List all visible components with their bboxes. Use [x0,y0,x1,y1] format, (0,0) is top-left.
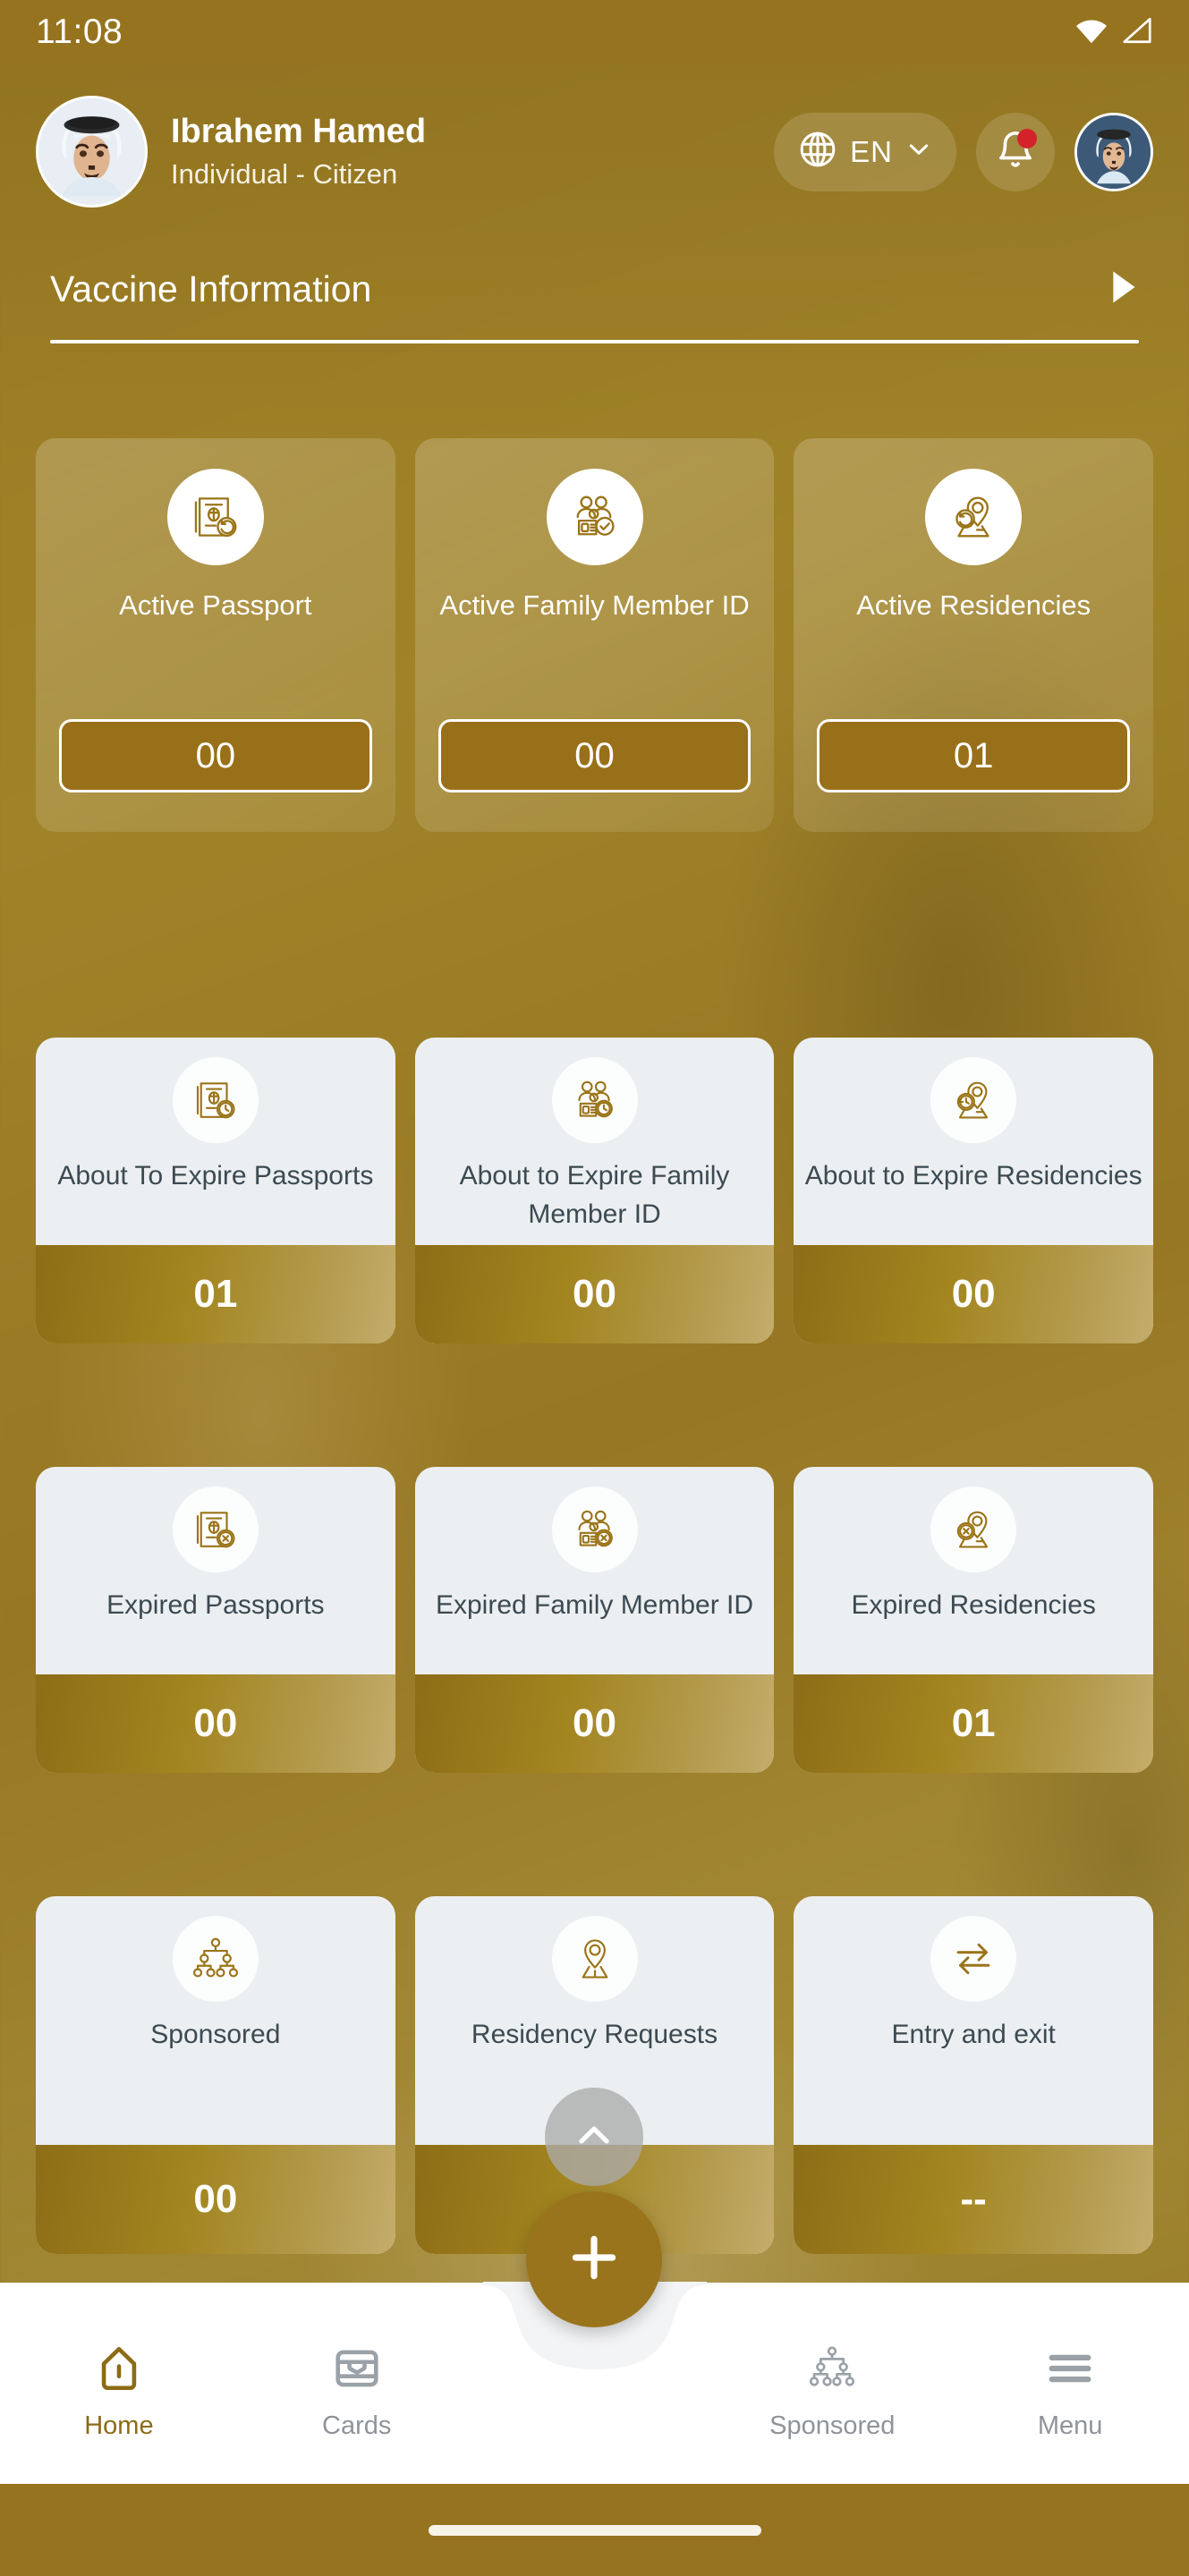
card-label: Active Residencies [856,589,1091,621]
nav-item-menu[interactable]: Menu [951,2343,1189,2441]
expired-family-member-id-card[interactable]: Expired Family Member ID 00 [414,1467,775,1773]
about-to-expire-family-member-id-card[interactable]: About to Expire Family Member ID 00 [414,1038,775,1343]
card-label: Expired Passports [106,1590,325,1620]
card-value: 00 [414,1674,775,1773]
active-passport-card[interactable]: Active Passport 00 [36,438,395,832]
nav-label: Cards [322,2411,392,2440]
active-family-member-id-card[interactable]: Active Family Member ID 00 [414,438,775,832]
card-label: Residency Requests [471,2020,718,2049]
card-value: 00 [437,719,752,792]
notifications-button[interactable] [976,112,1055,191]
card-value: 00 [36,1674,395,1773]
card-label: Active Passport [119,589,312,621]
user-info: Ibrahem Hamed Individual - Citizen [171,111,774,193]
card-label: About To Expire Passports [57,1161,374,1191]
card-label: About to Expire Residencies [804,1161,1142,1191]
status-bar: 11:08 [0,0,1189,64]
home-indicator[interactable] [428,2524,761,2536]
location-pin-icon [551,1916,638,2002]
app-screen: 11:08 Ibrahem Hamed Individual - Citizen… [0,0,1189,2576]
profile-avatar-button[interactable] [1074,112,1153,191]
entry-exit-arrows-icon [930,1916,1017,2002]
globe-icon [797,129,838,174]
status-bar-time: 11:08 [36,13,123,51]
avatar[interactable] [36,96,148,208]
card-value: 01 [817,719,1131,792]
language-code: EN [850,134,893,168]
residency-pin-refresh-icon [925,469,1023,565]
card-label: Entry and exit [891,2020,1056,2049]
card-label: Sponsored [150,2020,281,2049]
wifi-icon [1074,17,1108,48]
home-icon [93,2343,145,2399]
nav-label: Menu [1037,2411,1103,2440]
passport-clock-icon [172,1057,259,1143]
card-label: Active Family Member ID [439,589,750,621]
notification-badge [1017,128,1037,148]
language-selector[interactable]: EN [774,112,956,191]
chevron-down-icon [904,135,933,168]
card-value: 00 [36,2145,395,2254]
entry-and-exit-card[interactable]: Entry and exit -- [794,1896,1154,2254]
wallet-icon [331,2343,383,2399]
user-role: Individual - Citizen [171,158,398,191]
org-chart-icon [172,1916,259,2002]
family-id-check-icon [546,469,643,565]
passport-refresh-icon [166,469,264,565]
nav-item-cards[interactable]: Cards [238,2343,476,2441]
card-value: 01 [794,1674,1154,1773]
card-value: 00 [59,719,372,792]
card-value: 00 [794,1245,1154,1343]
scroll-to-top-button[interactable] [545,2088,643,2186]
family-id-x-icon [551,1487,638,1572]
about-to-expire-row: About To Expire Passports 01 About to Ex… [36,1038,1154,1343]
card-value: -- [794,2145,1154,2254]
card-label: Expired Family Member ID [435,1590,754,1620]
expired-passports-card[interactable]: Expired Passports 00 [36,1467,395,1773]
card-label: Expired Residencies [851,1590,1096,1620]
plus-icon [565,2228,624,2292]
sponsored-card[interactable]: Sponsored 00 [36,1896,395,2254]
card-value: 01 [36,1245,395,1343]
hamburger-menu-icon [1044,2343,1096,2399]
system-home-indicator-bar [0,2484,1189,2576]
active-residencies-card[interactable]: Active Residencies 01 [794,438,1154,832]
status-bar-icons [1074,17,1153,48]
family-id-clock-icon [551,1057,638,1143]
add-button[interactable] [526,2191,662,2327]
nav-label: Home [84,2411,154,2440]
passport-x-icon [172,1487,259,1572]
residency-pin-x-icon [930,1487,1017,1572]
org-chart-icon [806,2343,858,2399]
nav-label: Sponsored [769,2411,896,2440]
residency-pin-clock-icon [930,1057,1017,1143]
about-to-expire-residencies-card[interactable]: About to Expire Residencies 00 [794,1038,1154,1343]
card-value: 00 [414,1245,775,1343]
app-header: Ibrahem Hamed Individual - Citizen EN [0,64,1189,239]
banner-title: Vaccine Information [50,268,372,309]
play-triangle-icon[interactable] [1108,269,1139,309]
expired-row: Expired Passports 00 Expired Family Memb… [36,1467,1154,1773]
vaccine-information-banner[interactable]: Vaccine Information [50,268,1139,343]
chevron-up-icon [571,2112,617,2163]
active-cards-row: Active Passport 00 Active Family Member … [36,438,1154,832]
about-to-expire-passports-card[interactable]: About To Expire Passports 01 [36,1038,395,1343]
cellular-signal-icon [1121,17,1153,48]
nav-item-home[interactable]: Home [0,2343,238,2441]
banner-underline [50,340,1139,343]
expired-residencies-card[interactable]: Expired Residencies 01 [794,1467,1154,1773]
user-name: Ibrahem Hamed [171,112,427,150]
nav-item-sponsored[interactable]: Sponsored [713,2343,951,2441]
card-label: About to Expire Family Member ID [459,1161,730,1229]
